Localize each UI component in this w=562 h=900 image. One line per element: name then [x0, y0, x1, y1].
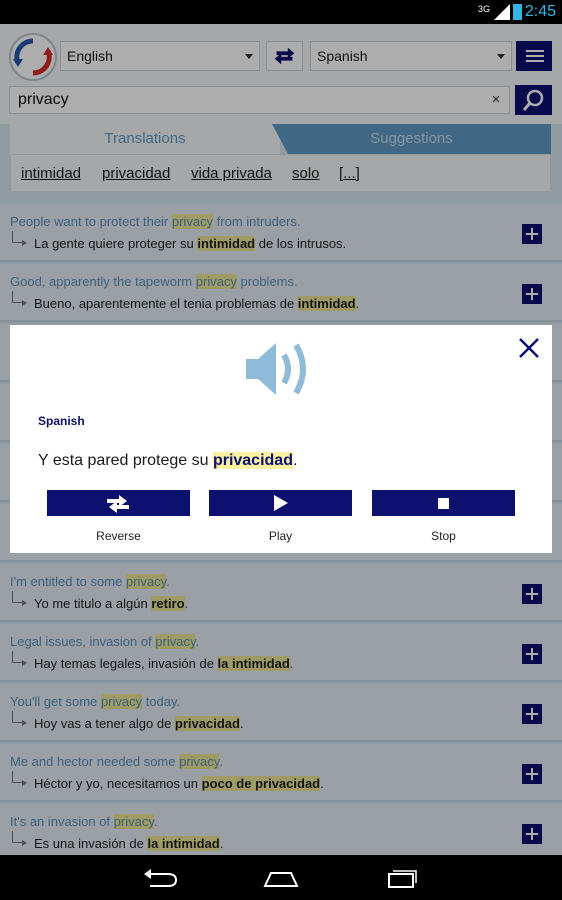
swap-icon	[107, 495, 129, 513]
battery-icon	[513, 4, 522, 20]
status-bar: 3G 2:45	[0, 0, 562, 24]
pronunciation-dialog: Spanish Y esta pared protege su privacid…	[10, 325, 552, 553]
play-label: Play	[268, 529, 293, 543]
back-icon[interactable]	[140, 868, 180, 890]
speaker-icon	[246, 343, 306, 395]
dialog-sentence: Y esta pared protege su privacidad.	[38, 452, 298, 469]
stop-button[interactable]	[372, 490, 515, 516]
signal-icon	[494, 4, 510, 20]
recent-apps-icon[interactable]	[381, 868, 421, 890]
stop-label: Stop	[431, 529, 456, 543]
navigation-bar	[0, 855, 562, 900]
status-clock: 2:45	[524, 3, 556, 20]
home-icon[interactable]	[261, 868, 301, 890]
stop-icon	[438, 498, 449, 509]
reverse-label: Reverse	[96, 529, 141, 543]
reverse-button[interactable]	[47, 490, 190, 516]
play-icon	[274, 495, 288, 511]
close-icon[interactable]	[516, 335, 542, 361]
dialog-language-label: Spanish	[38, 414, 85, 428]
play-button[interactable]	[209, 490, 352, 516]
network-type: 3G	[477, 4, 490, 14]
